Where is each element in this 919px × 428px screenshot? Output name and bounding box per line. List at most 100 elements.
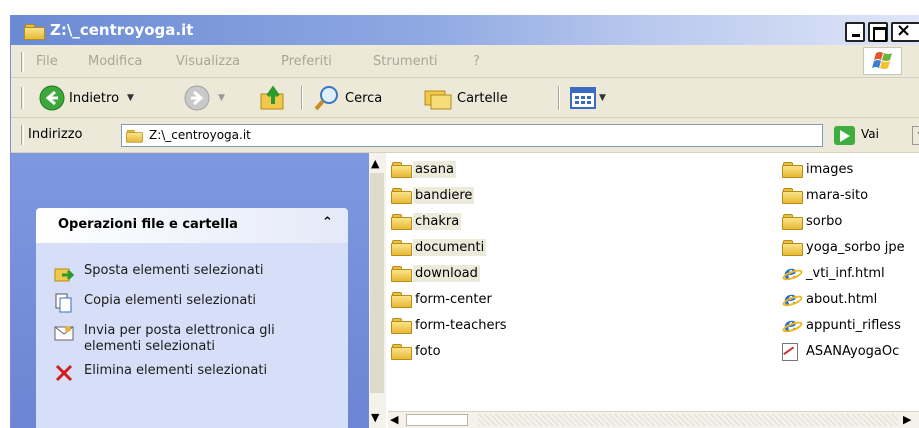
ie-html-icon: [782, 260, 802, 284]
menu-strumenti[interactable]: Strumenti: [373, 54, 438, 69]
go-arrow-icon[interactable]: [834, 126, 855, 145]
file-name[interactable]: documenti: [413, 238, 487, 256]
menu-visualizza[interactable]: Visualizza: [176, 54, 240, 69]
toolbar-separator: [558, 86, 560, 110]
email-icon: [54, 323, 74, 343]
task-delete[interactable]: Elimina elementi selezionati: [54, 363, 267, 383]
go-label[interactable]: Vai: [861, 127, 879, 141]
file-name[interactable]: chakra: [413, 212, 462, 230]
folder-icon: [391, 161, 412, 178]
maximize-button[interactable]: [868, 22, 888, 42]
folders-label: Cartelle: [457, 90, 508, 106]
file-item[interactable]: about.html: [782, 286, 879, 310]
up-folder-icon: [260, 85, 284, 110]
file-item[interactable]: appunti_rifless: [782, 312, 903, 336]
folder-icon: [782, 187, 803, 204]
task-email[interactable]: Invia per posta elettronica gli elementi…: [54, 323, 294, 355]
hscroll-thumb[interactable]: [406, 414, 468, 426]
file-name[interactable]: mara-sito: [804, 187, 870, 204]
file-name[interactable]: ASANAyogaOc: [804, 343, 901, 360]
title-bar[interactable]: Z:\_centroyoga.it ×: [11, 15, 919, 45]
folder-icon: [391, 291, 412, 308]
scroll-thumb[interactable]: [370, 173, 384, 393]
file-name[interactable]: images: [804, 161, 855, 178]
task-copy-label[interactable]: Copia elementi selezionati: [84, 293, 256, 309]
views-button[interactable]: ▼: [570, 84, 606, 112]
vertical-scrollbar[interactable]: ▲ ▼: [369, 153, 386, 428]
address-dropdown-button[interactable]: ▼: [912, 126, 919, 145]
address-value[interactable]: Z:\_centroyoga.it: [149, 128, 251, 142]
file-name[interactable]: bandiere: [413, 186, 475, 204]
back-arrow-icon: [39, 85, 65, 111]
file-name[interactable]: form-center: [413, 291, 494, 308]
file-name[interactable]: _vti_inf.html: [804, 265, 887, 282]
address-label: Indirizzo: [28, 127, 83, 142]
file-name[interactable]: form-teachers: [413, 317, 509, 334]
file-item[interactable]: asana: [391, 158, 456, 180]
forward-arrow-icon: [184, 85, 210, 111]
search-label: Cerca: [345, 90, 383, 106]
file-item[interactable]: form-teachers: [391, 314, 509, 336]
folder-icon: [782, 161, 803, 178]
file-item[interactable]: documenti: [391, 236, 487, 258]
file-item[interactable]: download: [391, 262, 480, 284]
views-dropdown-icon[interactable]: ▼: [599, 93, 606, 103]
menu-preferiti[interactable]: Preferiti: [281, 54, 332, 69]
file-item[interactable]: yoga_sorbo jpe: [782, 236, 907, 258]
file-item[interactable]: mara-sito: [782, 184, 870, 206]
windows-logo-icon: [863, 47, 902, 75]
address-bar: Indirizzo Z:\_centroyoga.it ▼ Vai: [11, 118, 919, 153]
file-list-view[interactable]: ▲ ▼ asana bandiere chakra documenti download…: [369, 153, 919, 428]
file-name[interactable]: appunti_rifless: [804, 317, 903, 334]
search-button[interactable]: Cerca: [313, 84, 382, 112]
up-folder-button[interactable]: [259, 84, 287, 112]
file-item[interactable]: bandiere: [391, 184, 475, 206]
back-button[interactable]: Indietro ▼: [39, 84, 134, 112]
file-item[interactable]: form-center: [391, 288, 494, 310]
file-name[interactable]: yoga_sorbo jpe: [804, 239, 907, 256]
menu-file[interactable]: File: [36, 54, 58, 69]
file-name[interactable]: about.html: [804, 291, 879, 308]
scroll-down-icon[interactable]: ▼: [371, 411, 379, 424]
task-delete-label[interactable]: Elimina elementi selezionati: [84, 363, 267, 379]
scroll-right-icon[interactable]: ▶: [903, 413, 911, 426]
close-button[interactable]: ×: [891, 20, 919, 42]
address-input[interactable]: Z:\_centroyoga.it ▼: [121, 124, 919, 147]
file-item[interactable]: ASANAyogaOc: [782, 340, 901, 362]
scroll-left-icon[interactable]: ◀: [390, 413, 398, 426]
file-item[interactable]: foto: [391, 340, 443, 362]
task-move[interactable]: Sposta elementi selezionati: [54, 263, 263, 283]
file-item[interactable]: _vti_inf.html: [782, 260, 887, 284]
file-item[interactable]: chakra: [391, 210, 462, 232]
file-folder-tasks-header[interactable]: Operazioni file e cartella ⌃: [36, 208, 348, 243]
file-name[interactable]: sorbo: [804, 213, 844, 230]
hscroll-track[interactable]: [478, 414, 898, 426]
address-grip: [21, 125, 24, 145]
minimize-button[interactable]: [845, 22, 865, 42]
back-dropdown-icon[interactable]: ▼: [127, 93, 134, 103]
menu-help[interactable]: ?: [473, 54, 480, 69]
task-copy[interactable]: Copia elementi selezionati: [54, 293, 256, 313]
folders-icon: [424, 90, 452, 110]
delete-x-icon: [54, 363, 74, 383]
folder-icon: [391, 265, 412, 282]
forward-button[interactable]: ▼: [184, 84, 225, 112]
folders-button[interactable]: Cartelle: [423, 84, 508, 112]
scroll-up-icon[interactable]: ▲: [371, 157, 379, 170]
file-item[interactable]: sorbo: [782, 210, 844, 232]
task-email-label[interactable]: Invia per posta elettronica gli elementi…: [84, 323, 294, 355]
close-icon: ×: [896, 20, 912, 41]
forward-dropdown-icon[interactable]: ▼: [218, 93, 225, 103]
file-name[interactable]: foto: [413, 343, 443, 360]
menu-modifica[interactable]: Modifica: [88, 54, 142, 69]
search-icon: [314, 86, 338, 111]
file-folder-tasks-body: Sposta elementi selezionati Copia elemen…: [36, 243, 348, 428]
file-item[interactable]: images: [782, 158, 855, 180]
file-name[interactable]: download: [413, 264, 480, 282]
collapse-chevron-icon[interactable]: ⌃: [322, 215, 333, 230]
ie-html-icon: [782, 312, 802, 336]
horizontal-scrollbar[interactable]: ◀ ▶: [388, 411, 919, 428]
task-move-label[interactable]: Sposta elementi selezionati: [84, 263, 263, 279]
file-name[interactable]: asana: [413, 160, 456, 178]
back-label: Indietro: [69, 90, 120, 106]
